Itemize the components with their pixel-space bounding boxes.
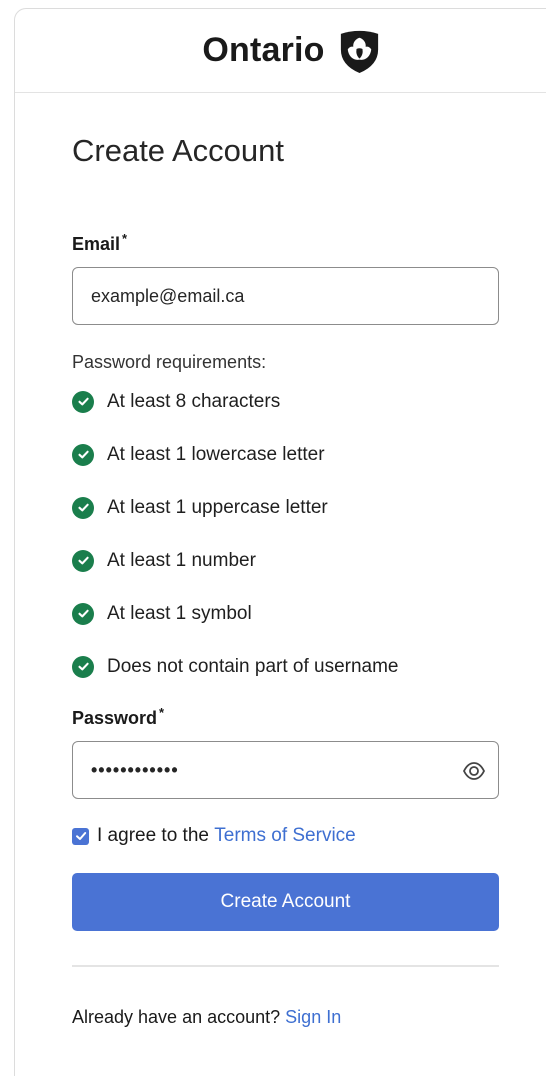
ontario-trillium-logo-icon [340, 30, 378, 74]
terms-agreement: I agree to the Terms of Service [72, 825, 502, 847]
requirement-text: At least 1 symbol [107, 602, 252, 624]
password-requirements-heading: Password requirements: [72, 352, 267, 372]
email-value: example@email.ca [91, 285, 245, 306]
create-account-button[interactable]: Create Account [72, 873, 499, 931]
password-label: Password * [72, 705, 502, 729]
requirement-text: At least 8 characters [107, 390, 281, 412]
password-required-marker: * [159, 705, 165, 720]
signin-row: Already have an account? Sign In [72, 1007, 502, 1028]
terms-prefix: I agree to the [97, 825, 209, 846]
check-circle-icon [72, 655, 94, 678]
signin-prompt: Already have an account? [72, 1007, 281, 1027]
divider [72, 965, 499, 967]
page-title: Create Account [72, 133, 284, 168]
sign-in-link[interactable]: Sign In [285, 1007, 341, 1027]
email-label: Email * [72, 231, 502, 255]
email-input[interactable]: example@email.ca [72, 267, 499, 325]
email-label-text: Email [72, 234, 121, 254]
header: Ontario [15, 9, 546, 93]
brand-name: Ontario [202, 31, 325, 69]
requirement-item: At least 1 symbol [72, 587, 502, 640]
requirement-text: At least 1 uppercase letter [107, 496, 328, 518]
check-circle-icon [72, 390, 94, 413]
create-account-card: Ontario Create Account Email * example@em… [14, 8, 546, 1076]
eye-icon[interactable] [462, 759, 486, 783]
check-circle-icon [72, 443, 94, 466]
password-input[interactable]: •••••••••••• [72, 741, 499, 799]
requirement-item: At least 8 characters [72, 375, 502, 428]
requirement-text: Does not contain part of username [107, 655, 399, 677]
requirement-text: At least 1 number [107, 549, 256, 571]
requirement-text: At least 1 lowercase letter [107, 443, 325, 465]
terms-checkbox[interactable] [72, 827, 89, 845]
check-circle-icon [72, 549, 94, 572]
email-required-marker: * [122, 231, 128, 246]
requirement-item: At least 1 lowercase letter [72, 428, 502, 481]
check-circle-icon [72, 602, 94, 625]
password-requirements-list: At least 8 characters At least 1 lowercas… [72, 375, 502, 693]
requirement-item: Does not contain part of username [72, 640, 502, 693]
terms-of-service-link[interactable]: Terms of Service [214, 825, 355, 847]
password-masked-value: •••••••••••• [91, 759, 179, 780]
check-circle-icon [72, 496, 94, 519]
password-label-text: Password [72, 708, 158, 728]
checkmark-icon [75, 832, 86, 840]
requirement-item: At least 1 uppercase letter [72, 481, 502, 534]
requirement-item: At least 1 number [72, 534, 502, 587]
